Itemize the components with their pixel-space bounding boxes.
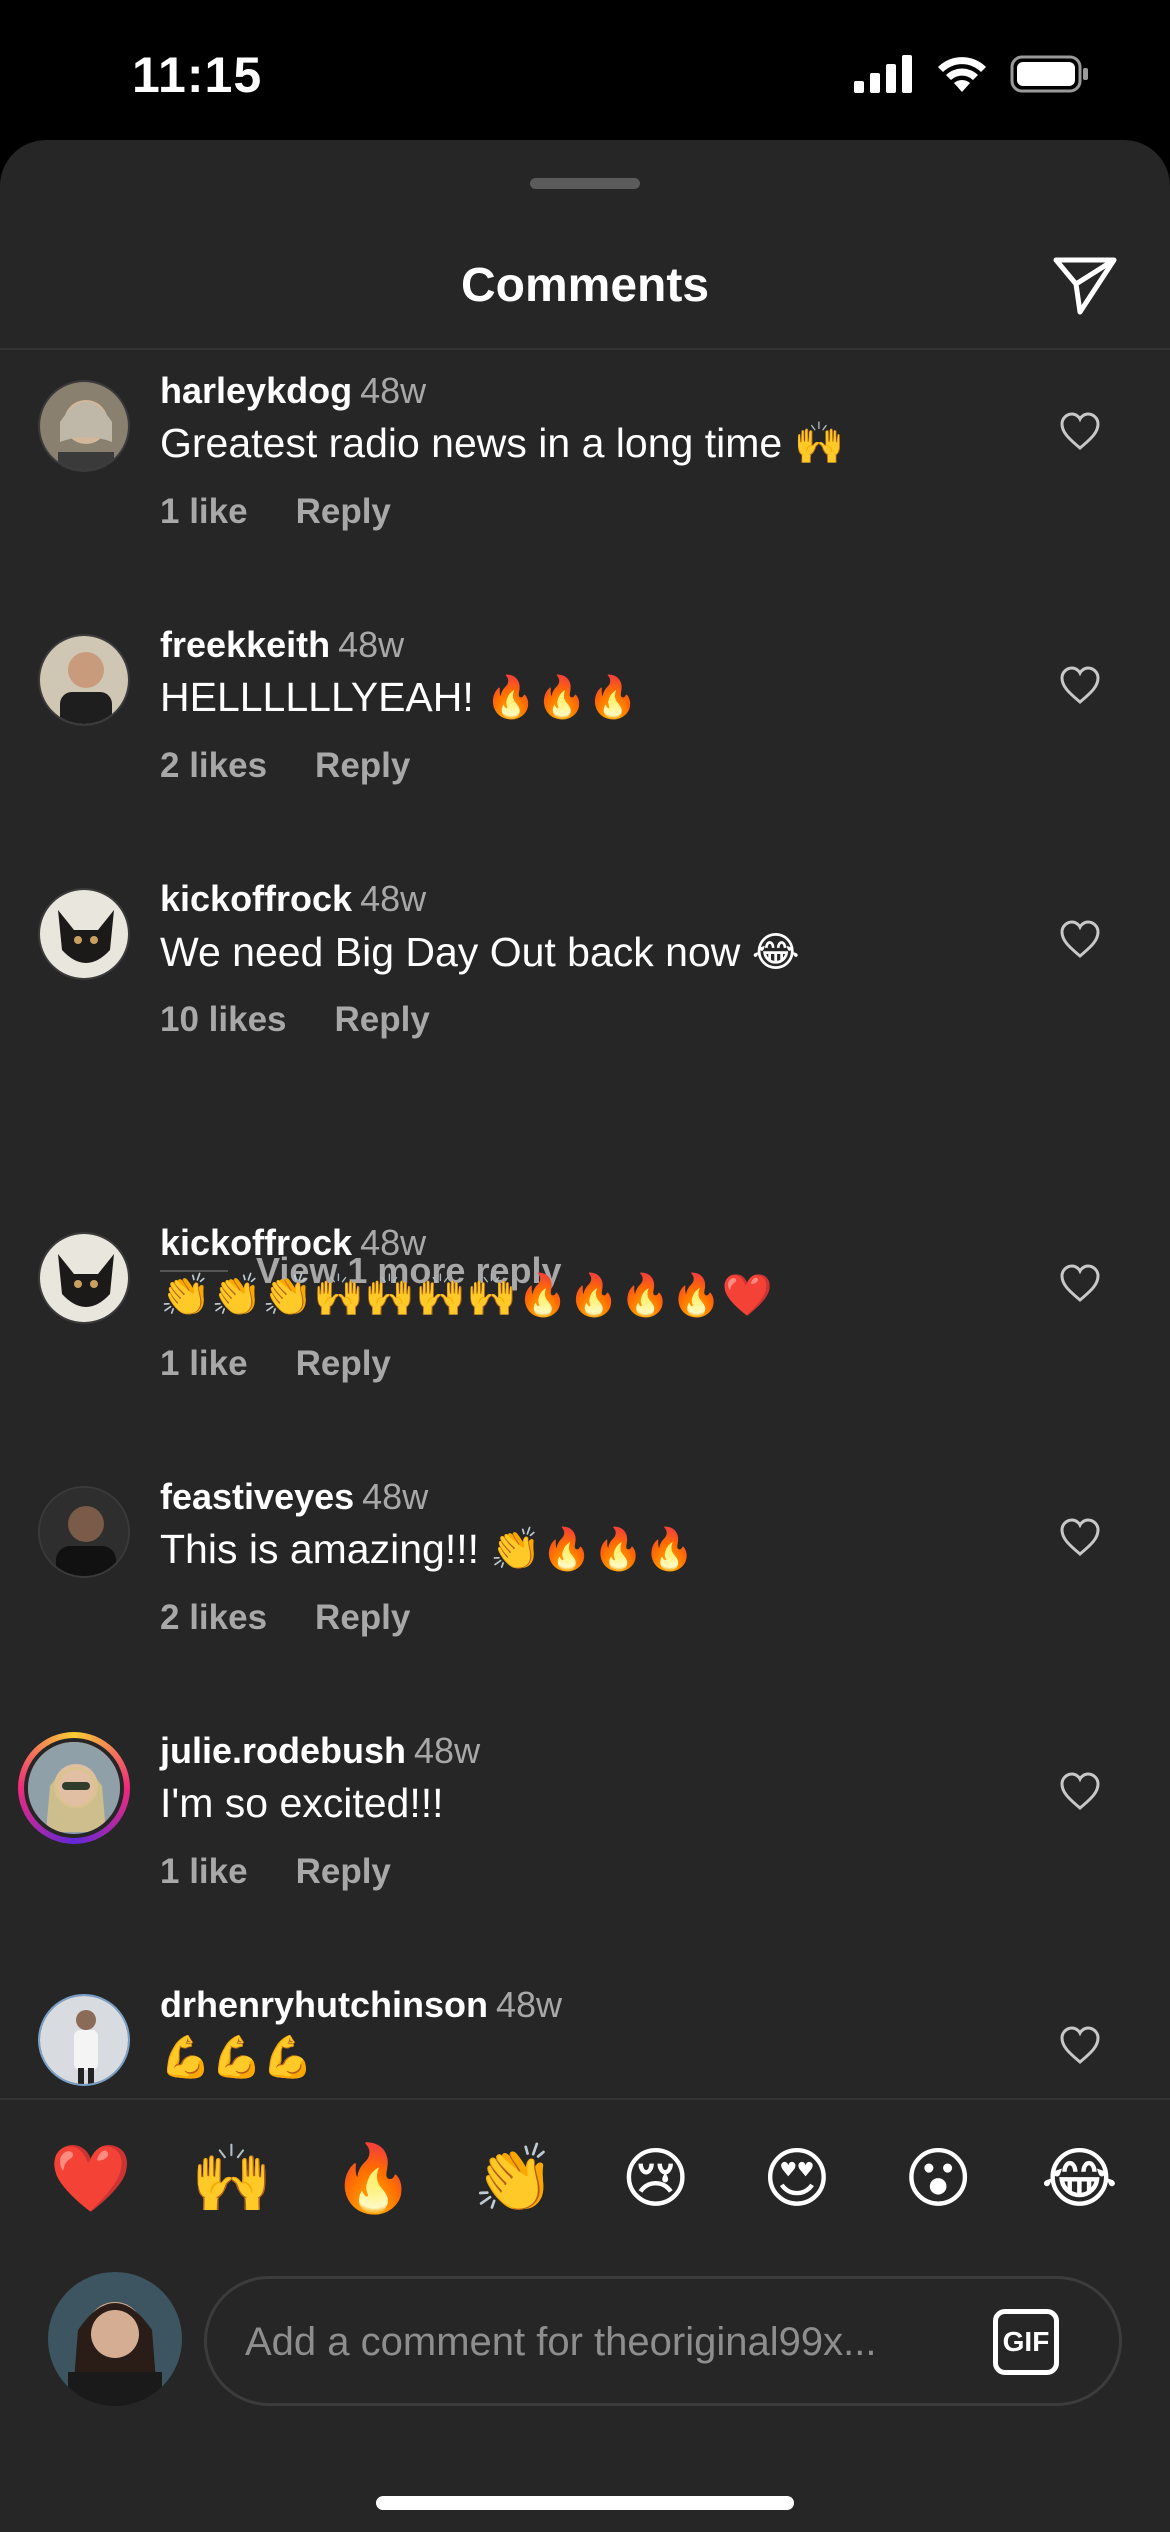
comment-meta: 2 likes Reply (160, 1598, 410, 1638)
emoji-crying-button[interactable]: 😢 (606, 2140, 706, 2218)
comment-username[interactable]: kickoffrock (160, 1222, 352, 1263)
comment-likes[interactable]: 2 likes (160, 1598, 267, 1637)
comment-meta: 1 like Reply (160, 1852, 391, 1892)
reply-button[interactable]: Reply (296, 1852, 391, 1891)
comment-text: 💪💪💪 (160, 2034, 314, 2080)
heart-icon[interactable] (1058, 1516, 1102, 1560)
comment-age: 48w (360, 1222, 427, 1263)
status-icons (854, 54, 1090, 94)
comment-meta: 10 likes Reply (160, 1000, 430, 1040)
sheet-title: Comments (460, 259, 710, 312)
comment-meta: 1 like Reply (160, 1344, 391, 1384)
comment-header: harleykdog 48w (160, 370, 426, 412)
comment-age: 48w (362, 1476, 429, 1517)
avatar[interactable] (38, 1486, 130, 1578)
comment-username[interactable]: julie.rodebush (160, 1730, 406, 1771)
comment-composer-panel: ❤️ 🙌 🔥 👏 😢 😍 😮 😂 GIF (0, 2098, 1170, 2532)
comments-sheet: Comments harleykdog 48w Greatest radio ne… (0, 140, 1170, 2532)
comment-meta: 2 likes Reply (160, 746, 410, 786)
comment-age: 48w (338, 624, 405, 665)
reply-button[interactable]: Reply (296, 492, 391, 531)
comment-age: 48w (414, 1730, 481, 1771)
comment-likes[interactable]: 10 likes (160, 1000, 287, 1039)
emoji-fire-button[interactable]: 🔥 (323, 2140, 423, 2218)
emoji-heart-eyes-button[interactable]: 😍 (747, 2140, 847, 2218)
reply-button[interactable]: Reply (315, 1598, 410, 1637)
avatar[interactable] (38, 1994, 130, 2086)
comment-meta: 1 like Reply (160, 492, 391, 532)
comment-item: drhenryhutchinson 48w 💪💪💪 (0, 1976, 1170, 2098)
comment-header: kickoffrock 48w (160, 878, 426, 920)
comment-likes[interactable]: 1 like (160, 492, 248, 531)
quick-emoji-bar: ❤️ 🙌 🔥 👏 😢 😍 😮 😂 (0, 2140, 1170, 2218)
emoji-heart-button[interactable]: ❤️ (41, 2140, 141, 2218)
comment-header: drhenryhutchinson 48w (160, 1984, 562, 2026)
wifi-icon (938, 57, 986, 92)
heart-icon[interactable] (1058, 410, 1102, 454)
comment-header: julie.rodebush 48w (160, 1730, 480, 1772)
comment-text: I'm so excited!!! (160, 1780, 444, 1826)
comment-item: freekkeith 48w HELLLLLLYEAH! 🔥🔥🔥 2 likes R… (0, 616, 1170, 856)
heart-icon[interactable] (1058, 1262, 1102, 1306)
status-time: 11:15 (132, 47, 263, 103)
comments-list[interactable]: harleykdog 48w Greatest radio news in a l… (0, 362, 1170, 2098)
comment-age: 48w (360, 370, 427, 411)
share-icon[interactable] (1050, 248, 1120, 318)
heart-icon[interactable] (1058, 2024, 1102, 2068)
sheet-grabber[interactable] (530, 178, 640, 189)
heart-icon[interactable] (1058, 664, 1102, 708)
comment-item: harleykdog 48w Greatest radio news in a l… (0, 362, 1170, 602)
current-user-avatar (48, 2272, 182, 2406)
heart-icon[interactable] (1058, 1770, 1102, 1814)
comment-text: HELLLLLLYEAH! 🔥🔥🔥 (160, 674, 639, 720)
comment-input-wrapper: GIF (204, 2276, 1122, 2406)
comment-username[interactable]: freekkeith (160, 624, 330, 665)
comment-likes[interactable]: 1 like (160, 1344, 248, 1383)
home-indicator (376, 2496, 794, 2510)
comment-username[interactable]: kickoffrock (160, 878, 352, 919)
reply-button[interactable]: Reply (315, 746, 410, 785)
comment-text: We need Big Day Out back now 😂 (160, 929, 800, 975)
reply-button[interactable]: Reply (296, 1344, 391, 1383)
emoji-raised-hands-button[interactable]: 🙌 (182, 2140, 282, 2218)
avatar[interactable] (38, 380, 130, 472)
emoji-clap-button[interactable]: 👏 (464, 2140, 564, 2218)
avatar[interactable] (38, 888, 130, 980)
comment-item: feastiveyes 48w This is amazing!!! 👏🔥🔥🔥 2… (0, 1468, 1170, 1708)
comment-item: julie.rodebush 48w I'm so excited!!! 1 li… (0, 1722, 1170, 1962)
comment-header: kickoffrock 48w (160, 1222, 426, 1264)
reply-button[interactable]: Reply (335, 1000, 430, 1039)
avatar[interactable] (38, 1232, 130, 1324)
heart-icon[interactable] (1058, 918, 1102, 962)
comment-header: feastiveyes 48w (160, 1476, 428, 1518)
comment-likes[interactable]: 2 likes (160, 746, 267, 785)
avatar (24, 1738, 124, 1838)
emoji-surprised-button[interactable]: 😮 (888, 2140, 988, 2218)
comment-username[interactable]: drhenryhutchinson (160, 1984, 488, 2025)
comment-age: 48w (496, 1984, 563, 2025)
comment-text: This is amazing!!! 👏🔥🔥🔥 (160, 1526, 695, 1572)
emoji-laughing-button[interactable]: 😂 (1029, 2140, 1129, 2218)
comment-username[interactable]: harleykdog (160, 370, 352, 411)
battery-icon (1010, 55, 1088, 93)
comment-username[interactable]: feastiveyes (160, 1476, 354, 1517)
cellular-signal-icon (854, 55, 912, 93)
comment-text: Greatest radio news in a long time 🙌 (160, 420, 845, 466)
comment-likes[interactable]: 1 like (160, 1852, 248, 1891)
avatar-story-ring[interactable] (18, 1732, 130, 1844)
comment-item: kickoffrock 48w 👏👏👏🙌🙌🙌🙌🔥🔥🔥🔥❤️ 1 like Reply (0, 1214, 1170, 1454)
comment-age: 48w (360, 878, 427, 919)
comment-text: 👏👏👏🙌🙌🙌🙌🔥🔥🔥🔥❤️ (160, 1272, 773, 1318)
comment-input[interactable] (245, 2307, 945, 2377)
comment-header: freekkeith 48w (160, 624, 404, 666)
comment-item: kickoffrock 48w We need Big Day Out back … (0, 870, 1170, 1110)
avatar[interactable] (38, 634, 130, 726)
status-bar: 11:15 (0, 0, 1170, 150)
gif-button[interactable]: GIF (993, 2309, 1059, 2375)
